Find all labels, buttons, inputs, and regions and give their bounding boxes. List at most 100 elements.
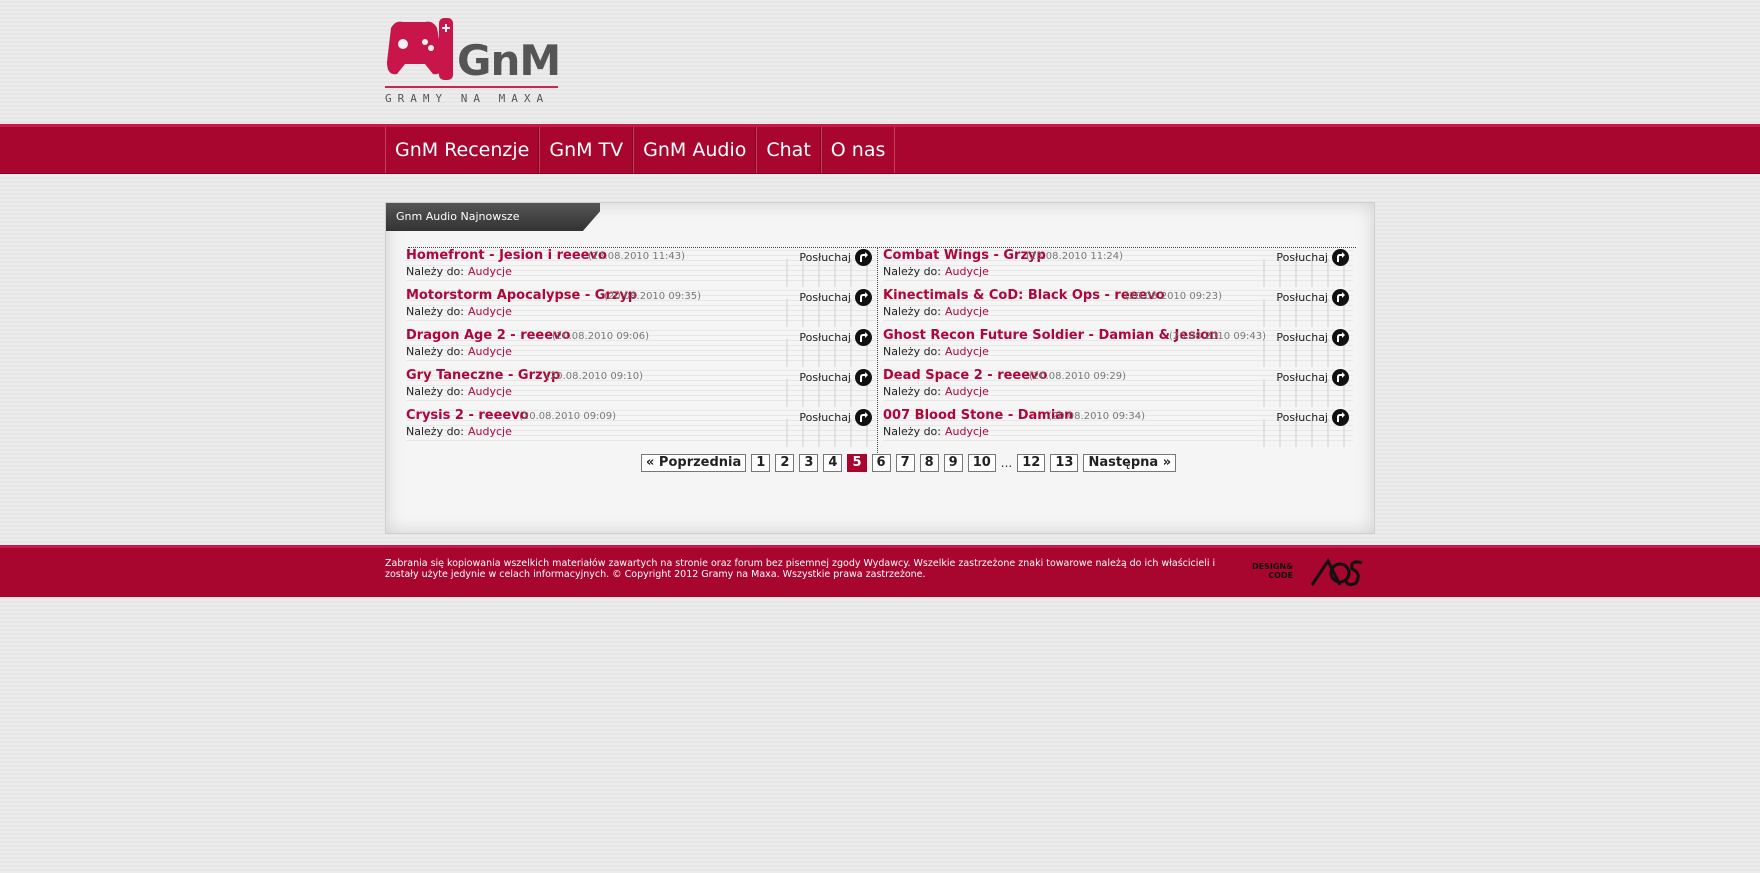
audio-title-link[interactable]: Gry Taneczne - Grzyp	[406, 368, 560, 383]
audio-list-item: Kinectimals & CoD: Black Ops - reeevo (20…	[883, 287, 1353, 327]
audio-title-link[interactable]: Crysis 2 - reeevo	[406, 408, 529, 423]
prev-page-link[interactable]: « Poprzednia	[641, 454, 747, 472]
audio-title-link[interactable]: 007 Blood Stone - Damian	[883, 408, 1073, 423]
footer-copyright: Zabrania się kopiowania wszelkich materi…	[385, 558, 1216, 580]
belongs-label: Należy do:	[406, 425, 464, 438]
belongs-label: Należy do:	[406, 305, 464, 318]
listen-button[interactable]: Posłuchaj	[799, 369, 872, 386]
play-arrow-icon	[1332, 249, 1349, 266]
page-link[interactable]: 10	[967, 454, 996, 472]
audio-date: (20.08.2010 09:06)	[552, 331, 650, 342]
category-link[interactable]: Audycje	[468, 305, 512, 318]
listen-label: Posłuchaj	[1276, 411, 1328, 424]
listen-label: Posłuchaj	[799, 331, 851, 344]
site-logo[interactable]: GnM GRAMY NA MAXA	[385, 18, 565, 108]
designer-logo-icon	[1310, 558, 1363, 587]
audio-date: (20.08.2010 09:35)	[604, 291, 702, 302]
box-heading: Gnm Audio Najnowsze	[386, 203, 600, 231]
audio-date: (20.08.2010 09:34)	[1048, 411, 1146, 422]
category-line: Należy do: Audycje	[883, 425, 989, 438]
page-link[interactable]: 13	[1050, 454, 1079, 472]
page-link[interactable]: 9	[943, 454, 963, 472]
category-line: Należy do: Audycje	[883, 265, 989, 278]
listen-button[interactable]: Posłuchaj	[799, 249, 872, 266]
page-link[interactable]: 1	[751, 454, 771, 472]
audio-title-link[interactable]: Motorstorm Apocalypse - Grzyp	[406, 288, 637, 303]
audio-title-link[interactable]: Combat Wings - Grzyp	[883, 248, 1046, 263]
listen-button[interactable]: Posłuchaj	[1276, 249, 1349, 266]
nav-item-tv[interactable]: GnM TV	[539, 127, 634, 173]
listen-label: Posłuchaj	[1276, 251, 1328, 264]
audio-list-item: Ghost Recon Future Soldier - Damian & Je…	[883, 327, 1353, 367]
audio-list-item: Combat Wings - Grzyp (23.08.2010 11:24) Na…	[883, 247, 1353, 287]
design-credit-line1: DESIGN&	[1252, 562, 1294, 571]
belongs-label: Należy do:	[406, 345, 464, 358]
nav-list: GnM Recenzje GnM TV GnM Audio Chat O nas	[385, 127, 896, 173]
audio-title-link[interactable]: Kinectimals & CoD: Black Ops - reeevo	[883, 288, 1165, 303]
gamepad-logo-icon	[387, 18, 453, 80]
audio-title-link[interactable]: Dragon Age 2 - reeevo	[406, 328, 570, 343]
audio-list-item: Crysis 2 - reeevo (20.08.2010 09:09) Należ…	[406, 407, 876, 447]
audio-title-link[interactable]: Dead Space 2 - reeevo	[883, 368, 1047, 383]
page-link[interactable]: 2	[775, 454, 795, 472]
audio-list-item: 007 Blood Stone - Damian (20.08.2010 09:3…	[883, 407, 1353, 447]
category-link[interactable]: Audycje	[468, 345, 512, 358]
audio-list-item: Dragon Age 2 - reeevo (20.08.2010 09:06) N…	[406, 327, 876, 367]
page-link[interactable]: 3	[799, 454, 819, 472]
column-divider	[877, 247, 878, 455]
page-link[interactable]: 4	[823, 454, 843, 472]
audio-date: (20.08.2010 09:23)	[1125, 291, 1223, 302]
next-page-link[interactable]: Następna »	[1083, 454, 1177, 472]
page-link[interactable]: 6	[871, 454, 891, 472]
category-line: Należy do: Audycje	[883, 305, 989, 318]
right-column: Combat Wings - Grzyp (23.08.2010 11:24) Na…	[883, 247, 1353, 447]
category-link[interactable]: Audycje	[945, 385, 989, 398]
audio-latest-box: Gnm Audio Najnowsze Homefront - Jesion i…	[385, 202, 1375, 534]
listen-button[interactable]: Posłuchaj	[1276, 369, 1349, 386]
category-link[interactable]: Audycje	[468, 425, 512, 438]
listen-label: Posłuchaj	[799, 251, 851, 264]
belongs-label: Należy do:	[883, 425, 941, 438]
nav-item-chat[interactable]: Chat	[756, 127, 821, 173]
listen-label: Posłuchaj	[799, 411, 851, 424]
listen-button[interactable]: Posłuchaj	[1276, 289, 1349, 306]
category-link[interactable]: Audycje	[945, 425, 989, 438]
listen-button[interactable]: Posłuchaj	[799, 329, 872, 346]
nav-item-recenzje[interactable]: GnM Recenzje	[385, 127, 540, 173]
category-link[interactable]: Audycje	[468, 265, 512, 278]
category-link[interactable]: Audycje	[945, 345, 989, 358]
main-nav: GnM Recenzje GnM TV GnM Audio Chat O nas	[0, 124, 1760, 174]
page-link[interactable]: 8	[919, 454, 939, 472]
listen-button[interactable]: Posłuchaj	[799, 289, 872, 306]
category-link[interactable]: Audycje	[945, 305, 989, 318]
category-link[interactable]: Audycje	[468, 385, 512, 398]
nav-item-o-nas[interactable]: O nas	[820, 127, 896, 173]
belongs-label: Należy do:	[883, 265, 941, 278]
logo-tagline: GRAMY NA MAXA	[385, 92, 550, 105]
play-arrow-icon	[1332, 289, 1349, 306]
logo-wordmark: GnM	[457, 36, 561, 85]
audio-date: (20.08.2010 09:10)	[546, 371, 644, 382]
category-line: Należy do: Audycje	[406, 425, 512, 438]
design-credit[interactable]: DESIGN& CODE	[1252, 562, 1293, 580]
belongs-label: Należy do:	[883, 305, 941, 318]
audio-date: (23.08.2010 11:43)	[588, 251, 686, 262]
listen-label: Posłuchaj	[799, 291, 851, 304]
audio-list-item: Dead Space 2 - reeevo (20.08.2010 09:29) N…	[883, 367, 1353, 407]
play-arrow-icon	[855, 249, 872, 266]
play-arrow-icon	[855, 329, 872, 346]
play-arrow-icon	[855, 289, 872, 306]
audio-title-link[interactable]: Homefront - Jesion i reeevo	[406, 248, 607, 263]
belongs-label: Należy do:	[883, 345, 941, 358]
listen-button[interactable]: Posłuchaj	[1276, 409, 1349, 426]
category-link[interactable]: Audycje	[945, 265, 989, 278]
design-credit-line2: CODE	[1268, 571, 1294, 580]
nav-item-audio[interactable]: GnM Audio	[633, 127, 757, 173]
listen-button[interactable]: Posłuchaj	[1276, 329, 1349, 346]
listen-button[interactable]: Posłuchaj	[799, 409, 872, 426]
page-link[interactable]: 12	[1017, 454, 1046, 472]
page-link[interactable]: 7	[895, 454, 915, 472]
category-line: Należy do: Audycje	[883, 345, 989, 358]
listen-label: Posłuchaj	[799, 371, 851, 384]
play-arrow-icon	[1332, 369, 1349, 386]
